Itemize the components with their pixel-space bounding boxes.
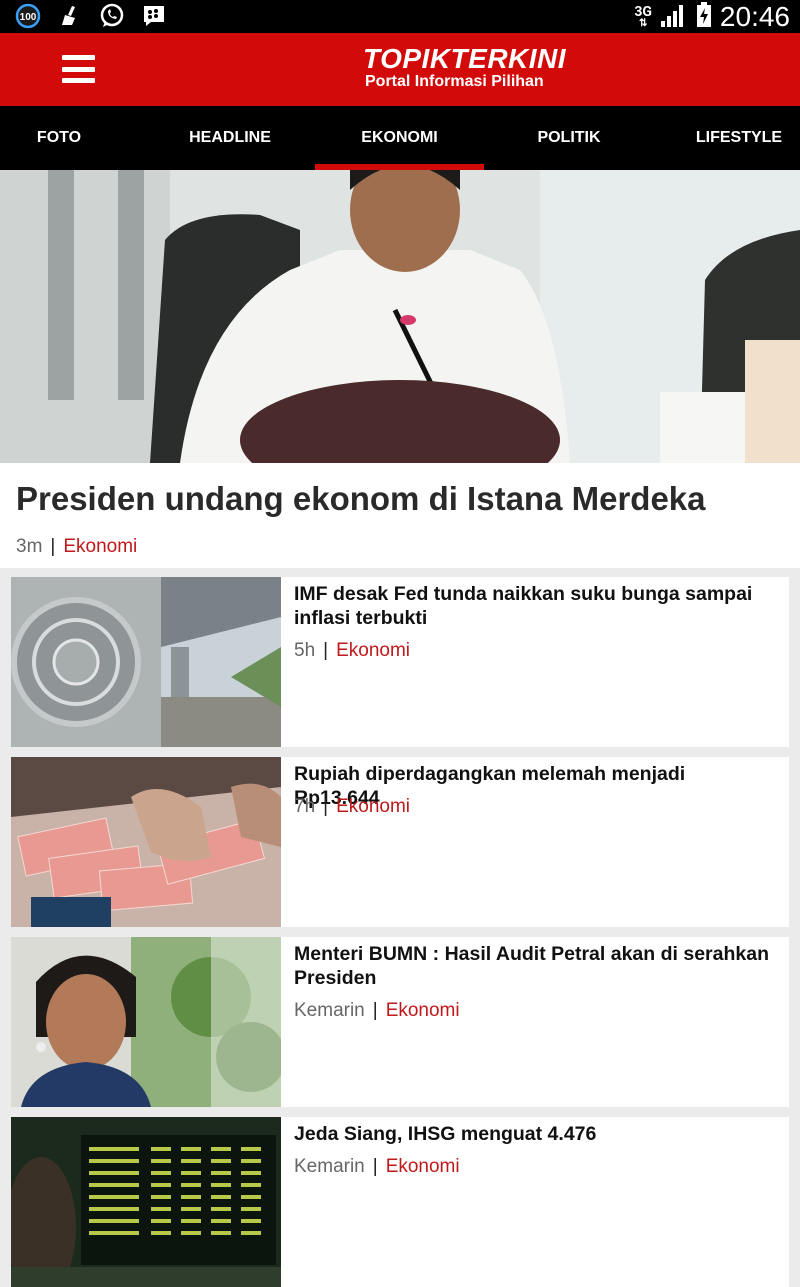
article-card[interactable]: Jeda Siang, IHSG menguat 4.476 Kemarin | E…: [11, 1117, 789, 1287]
logo-title: TOPIKTERKINI: [363, 43, 567, 74]
article-card[interactable]: IMF desak Fed tunda naikkan suku bunga s…: [11, 577, 789, 747]
timestamp: Kemarin: [294, 1156, 365, 1177]
category-link[interactable]: Ekonomi: [63, 536, 137, 557]
category-link[interactable]: Ekonomi: [336, 796, 410, 817]
whatsapp-icon: [98, 3, 126, 29]
timestamp: 7h: [294, 796, 316, 817]
hero-image: [0, 170, 800, 463]
article-thumbnail: [11, 577, 281, 747]
tab-politik[interactable]: POLITIK: [484, 106, 654, 170]
hero-meta: 3m | Ekonomi: [16, 536, 137, 558]
category-link[interactable]: Ekonomi: [386, 1000, 460, 1021]
hero-article[interactable]: Presiden undang ekonom di Istana Merdeka…: [0, 170, 800, 568]
meta-separator: |: [323, 640, 329, 661]
article-meta: Kemarin | Ekonomi: [294, 1000, 460, 1022]
article-meta: Kemarin | Ekonomi: [294, 1156, 460, 1178]
article-thumbnail: [11, 1117, 281, 1287]
menu-icon[interactable]: [62, 55, 95, 83]
article-card[interactable]: Rupiah diperdagangkan melemah menjadi Rp…: [11, 757, 789, 927]
article-meta: 5h | Ekonomi: [294, 640, 410, 662]
network-type: 3G ⇅: [634, 3, 652, 29]
article-thumbnail: [11, 937, 281, 1107]
article-title[interactable]: IMF desak Fed tunda naikkan suku bunga s…: [294, 582, 775, 630]
svg-text:100: 100: [20, 12, 37, 23]
tab-lifestyle[interactable]: LIFESTYLE: [678, 106, 800, 170]
site-logo[interactable]: TOPIKTERKINI Portal Informasi Pilihan: [363, 45, 566, 91]
notification-100-icon: 100: [14, 3, 42, 29]
timestamp: 5h: [294, 640, 316, 661]
article-meta: 7h | Ekonomi: [294, 796, 410, 818]
article-thumbnail: [11, 757, 281, 927]
hero-title[interactable]: Presiden undang ekonom di Istana Merdeka: [16, 480, 706, 518]
logo-tagline: Portal Informasi Pilihan: [365, 73, 544, 90]
clock: 20:46: [719, 0, 790, 32]
bbm-icon: [140, 3, 168, 29]
category-link[interactable]: Ekonomi: [336, 640, 410, 661]
article-title[interactable]: Menteri BUMN : Hasil Audit Petral akan d…: [294, 942, 775, 990]
timestamp: Kemarin: [294, 1000, 365, 1021]
tab-headline[interactable]: HEADLINE: [145, 106, 315, 170]
tab-ekonomi[interactable]: EKONOMI: [315, 106, 484, 170]
battery-charging-icon: [696, 1, 712, 32]
article-card[interactable]: Menteri BUMN : Hasil Audit Petral akan d…: [11, 937, 789, 1107]
meta-separator: |: [50, 536, 56, 557]
status-bar: 100 3G ⇅ 20:46: [0, 0, 800, 33]
meta-separator: |: [372, 1000, 378, 1021]
meta-separator: |: [323, 796, 329, 817]
timestamp: 3m: [16, 536, 43, 557]
signal-icon: [660, 3, 688, 31]
category-link[interactable]: Ekonomi: [386, 1156, 460, 1177]
article-title[interactable]: Jeda Siang, IHSG menguat 4.476: [294, 1122, 775, 1146]
tab-foto[interactable]: FOTO: [0, 106, 118, 170]
app-header: TOPIKTERKINI Portal Informasi Pilihan: [0, 33, 800, 106]
cleaner-icon: [56, 3, 84, 29]
category-tabs: FOTO HEADLINE EKONOMI POLITIK LIFESTYLE: [0, 106, 800, 170]
meta-separator: |: [372, 1156, 378, 1177]
